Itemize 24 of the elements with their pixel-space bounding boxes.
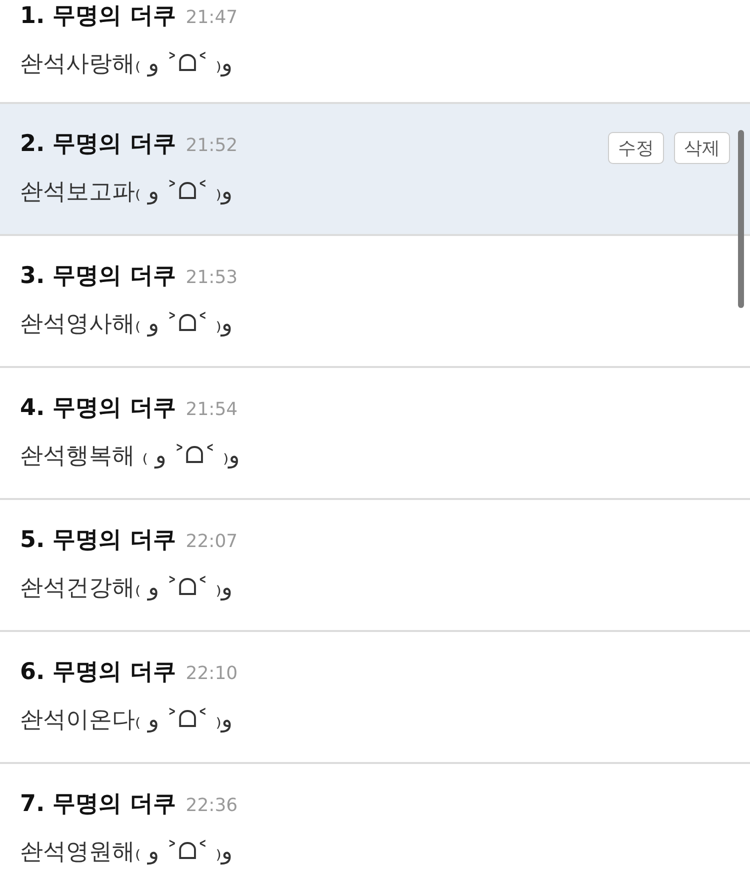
comment-text: 솬석영사해₍ و ˃ᗝ˂ ₎و bbox=[20, 310, 232, 339]
comment-author: 7. 무명의 더쿠 bbox=[20, 790, 176, 819]
comment-text: 솬석영원해₍ و ˃ᗝ˂ ₎و bbox=[20, 838, 232, 867]
comment-text: 솬석이온다₍ و ˃ᗝ˂ ₎و bbox=[20, 706, 232, 735]
comment-time: 22:07 bbox=[186, 531, 238, 552]
delete-button[interactable]: 삭제 bbox=[674, 132, 730, 164]
comment-author: 6. 무명의 더쿠 bbox=[20, 658, 176, 687]
comment-time: 21:52 bbox=[186, 135, 238, 156]
edit-button[interactable]: 수정 bbox=[608, 132, 664, 164]
comment-author: 4. 무명의 더쿠 bbox=[20, 394, 176, 423]
comment-text: 솬석건강해₍ و ˃ᗝ˂ ₎و bbox=[20, 574, 232, 603]
comment-time: 21:53 bbox=[186, 267, 238, 288]
comment-text: 솬석사랑해₍ و ˃ᗝ˂ ₎و bbox=[20, 50, 232, 79]
comment-author: 3. 무명의 더쿠 bbox=[20, 262, 176, 291]
comment-author: 2. 무명의 더쿠 bbox=[20, 130, 176, 159]
comment-time: 22:36 bbox=[186, 795, 238, 816]
scrollbar[interactable] bbox=[738, 130, 744, 308]
comment-time: 21:47 bbox=[186, 7, 238, 28]
comment-author: 1. 무명의 더쿠 bbox=[20, 2, 176, 31]
comment-text: 솬석행복해 ₍ و ˃ᗝ˂ ₎و bbox=[20, 442, 240, 471]
comment-text: 솬석보고파₍ و ˃ᗝ˂ ₎و bbox=[20, 178, 232, 207]
comment-time: 22:10 bbox=[186, 663, 238, 684]
comment-author: 5. 무명의 더쿠 bbox=[20, 526, 176, 555]
comment-time: 21:54 bbox=[186, 399, 238, 420]
